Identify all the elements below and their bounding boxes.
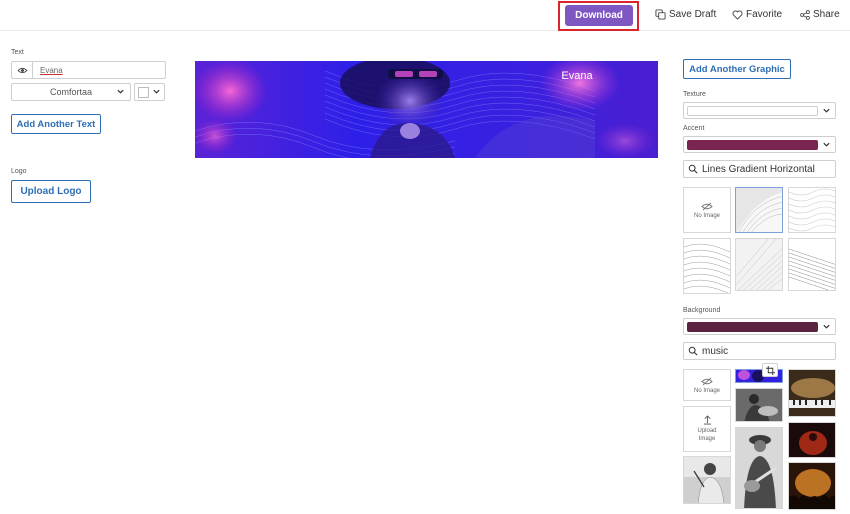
banner-preview[interactable]: Evana <box>195 61 658 158</box>
upload-icon <box>703 415 711 425</box>
texture-tile[interactable] <box>788 238 836 291</box>
concert-crowd-photo-image <box>789 463 835 509</box>
crop-button[interactable] <box>762 363 778 377</box>
no-image-label: No Image <box>693 387 720 394</box>
texture-label: Texture <box>683 91 706 98</box>
save-draft-button[interactable]: Save Draft <box>655 9 716 20</box>
chevron-down-icon <box>117 89 124 94</box>
background-search-field[interactable]: music <box>683 342 836 360</box>
texture-tile-selected[interactable] <box>735 187 783 233</box>
texture-lines-image <box>736 188 782 232</box>
texture-swatch <box>687 106 818 116</box>
copy-icon <box>655 9 666 20</box>
share-icon <box>800 9 810 20</box>
background-tile[interactable] <box>788 369 836 417</box>
search-icon <box>688 346 698 356</box>
texture-search-field[interactable]: Lines Gradient Horizontal <box>683 160 836 178</box>
guitarist-photo-image <box>736 389 782 421</box>
font-select-value: Comfortaa <box>49 87 93 97</box>
text-row <box>11 61 166 79</box>
guitar-player-photo-image <box>736 428 782 508</box>
eye-icon <box>17 67 27 73</box>
texture-perspective-image <box>736 239 782 290</box>
heart-icon <box>732 10 743 20</box>
chevron-down-icon <box>823 108 830 113</box>
piano-photo-image <box>789 370 835 416</box>
texture-mesh-image <box>684 239 730 293</box>
texture-tile[interactable] <box>735 238 783 291</box>
add-another-text-button[interactable]: Add Another Text <box>11 114 101 134</box>
crop-icon <box>765 365 775 375</box>
upload-logo-button[interactable]: Upload Logo <box>11 180 91 203</box>
background-tile[interactable] <box>788 422 836 458</box>
background-tile[interactable] <box>788 462 836 510</box>
text-section-label: Text <box>11 49 24 56</box>
favorite-button[interactable]: Favorite <box>732 9 782 20</box>
font-select[interactable]: Comfortaa <box>11 83 131 101</box>
chevron-down-icon <box>823 324 830 329</box>
singer-photo-image <box>684 457 730 503</box>
upload-image-tile[interactable]: Upload Image <box>683 406 731 452</box>
save-draft-label: Save Draft <box>669 9 717 20</box>
favorite-label: Favorite <box>746 9 783 20</box>
accent-select[interactable] <box>683 136 836 153</box>
background-search-value: music <box>702 345 729 357</box>
texture-waves-image <box>789 188 835 232</box>
texture-tile[interactable] <box>788 187 836 233</box>
no-image-icon <box>701 377 713 385</box>
text-color-select[interactable] <box>134 83 165 101</box>
banner-title: Evana <box>561 70 593 82</box>
search-icon <box>688 164 698 174</box>
chevron-down-icon <box>823 142 830 147</box>
no-image-label: No Image <box>693 212 720 219</box>
texture-diagonal-image <box>789 239 835 290</box>
texture-tile[interactable] <box>683 238 731 294</box>
upload-image-label: Upload Image <box>697 428 717 442</box>
text-color-swatch <box>138 87 149 98</box>
chevron-down-icon <box>153 89 160 94</box>
texture-select[interactable] <box>683 102 836 119</box>
background-select[interactable] <box>683 318 836 335</box>
stage-red-photo-image <box>789 423 835 457</box>
background-no-image-tile[interactable]: No Image <box>683 369 731 401</box>
accent-label: Accent <box>683 125 705 132</box>
share-label: Share <box>813 9 840 20</box>
logo-section-label: Logo <box>11 168 27 175</box>
background-tile[interactable] <box>735 388 783 422</box>
download-button[interactable]: Download <box>565 5 633 26</box>
add-another-graphic-button[interactable]: Add Another Graphic <box>683 59 791 79</box>
banner-artwork: Evana <box>195 61 658 158</box>
background-tile[interactable] <box>683 456 731 504</box>
background-label: Background <box>683 307 721 314</box>
no-image-icon <box>701 202 713 210</box>
background-tile[interactable] <box>735 427 783 509</box>
share-button[interactable]: Share <box>800 9 840 20</box>
texture-search-value: Lines Gradient Horizontal <box>702 163 815 175</box>
top-toolbar: Download Save Draft Favorite Share <box>0 0 850 31</box>
text-input[interactable] <box>33 62 165 78</box>
visibility-toggle[interactable] <box>12 62 33 78</box>
background-swatch <box>687 322 818 332</box>
accent-swatch <box>687 140 818 150</box>
texture-no-image-tile[interactable]: No Image <box>683 187 731 233</box>
